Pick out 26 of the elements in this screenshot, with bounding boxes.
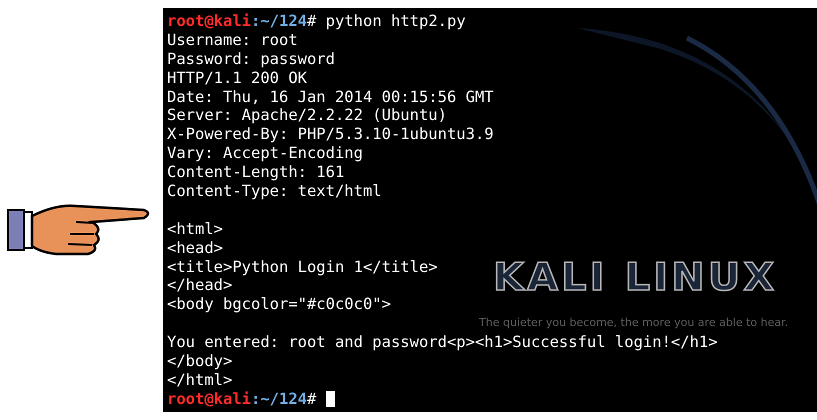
prompt-user: root@kali <box>167 390 251 408</box>
output-line: </head> <box>167 276 232 294</box>
prompt-path: :~/124 <box>251 390 307 408</box>
output-line: Vary: Accept-Encoding <box>167 144 363 162</box>
output-line: Content-Length: 161 <box>167 163 344 182</box>
output-line: <html> <box>167 220 223 238</box>
logo-text: KALI LINUX <box>493 255 778 299</box>
output-line: Content-Type: text/html <box>167 182 382 200</box>
tagline-text: The quieter you become, the more you are able to hear. <box>479 316 788 329</box>
prompt-path: :~/124 <box>251 12 307 30</box>
output-line: Username: root <box>167 30 298 49</box>
prompt-user: root@kali <box>167 12 251 30</box>
output-line: HTTP/1.1 200 OK <box>167 68 307 87</box>
prompt-symbol: # <box>307 390 316 408</box>
output-line: <body bgcolor="#c0c0c0"> <box>167 295 391 314</box>
output-line: <head> <box>167 238 223 257</box>
prompt-symbol: # <box>307 12 316 30</box>
output-line: X-Powered-By: PHP/5.3.10-1ubuntu3.9 <box>167 125 494 144</box>
output-line: Date: Thu, 16 Jan 2014 00:15:56 GMT <box>167 88 494 106</box>
command-text: python http2.py <box>324 12 466 30</box>
output-line: You entered: root and password<p><h1>Successful login!</h1> <box>167 333 718 352</box>
output-line: </html> <box>167 370 232 389</box>
output-line: Server: Apache/2.2.22 (Ubuntu) <box>167 106 447 124</box>
output-line: Password: password <box>167 50 335 68</box>
output-line: </body> <box>167 352 232 370</box>
output-line: <title>Python Login 1</title> <box>167 258 438 276</box>
